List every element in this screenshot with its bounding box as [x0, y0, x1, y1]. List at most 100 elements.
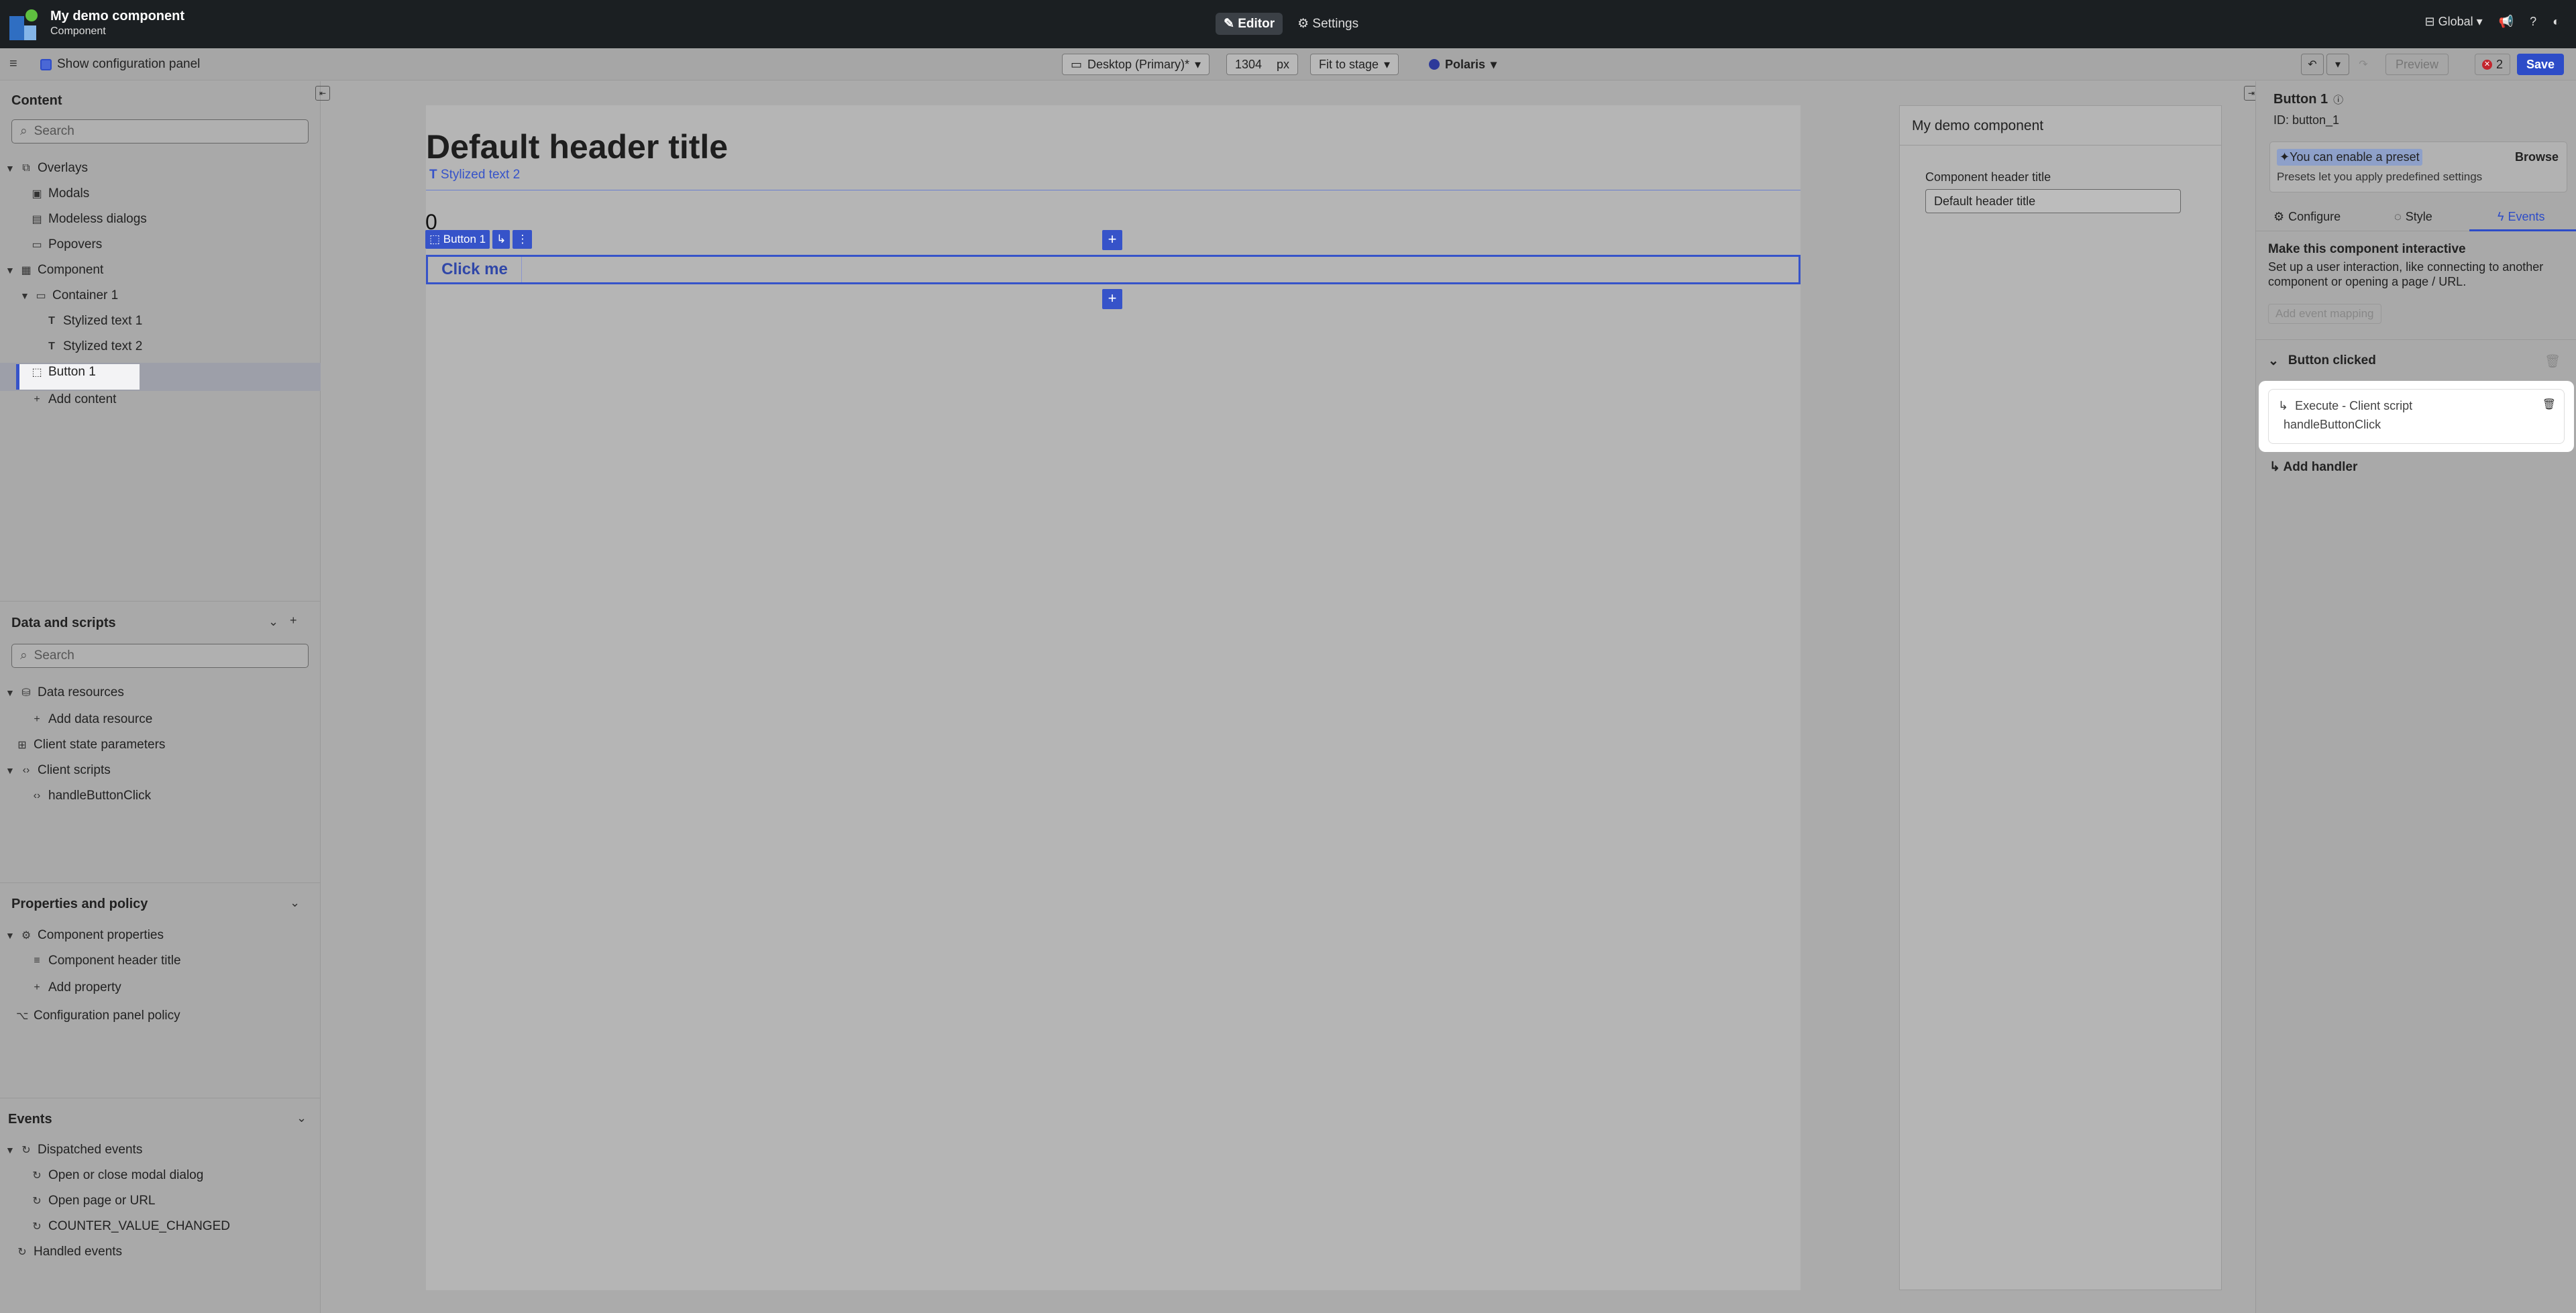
add-icon[interactable]: + [290, 614, 297, 628]
tab-events[interactable]: ϟ Events [2498, 210, 2545, 224]
tree-item-handle-button-click[interactable]: ‹› handleButtonClick [31, 789, 151, 803]
link-icon[interactable]: ↳ [492, 230, 511, 249]
add-data-resource-button[interactable]: + Add data resource [31, 712, 152, 727]
add-above-icon[interactable]: + [1102, 230, 1122, 250]
show-config-toggle[interactable]: Show configuration panel [40, 57, 200, 72]
tree-item-overlays[interactable]: ▼ ⧉ Overlays [5, 161, 88, 176]
tree-item-modeless-dialogs[interactable]: ▤ Modeless dialogs [31, 212, 146, 227]
tree-item-client-scripts[interactable]: ▼ ‹› Client scripts [5, 763, 111, 778]
return-arrow-icon: ↳ [2269, 460, 2280, 474]
stylized-text-tag[interactable]: T Stylized text 2 [429, 168, 520, 182]
tree-item-stylized-text-2[interactable]: T Stylized text 2 [46, 339, 142, 354]
collapse-left-panel-icon[interactable]: ⇤ [315, 86, 330, 101]
undo-menu-icon[interactable]: ▾ [2326, 54, 2349, 75]
text-icon: T [48, 315, 55, 327]
click-me-button[interactable]: Click me [428, 257, 522, 282]
add-event-mapping-button[interactable]: Add event mapping [2268, 304, 2381, 324]
divider [1900, 145, 2221, 146]
overlays-icon: ⧉ [22, 162, 30, 174]
device-select[interactable]: ▭ Desktop (Primary)* ▾ [1062, 54, 1210, 75]
tree-item-popovers[interactable]: ▭ Popovers [31, 237, 102, 252]
pencil-icon: ✎ [1224, 17, 1234, 31]
width-input[interactable]: 1304 px [1226, 54, 1299, 75]
announcement-icon[interactable]: 📢 [2499, 15, 2514, 29]
top-right-actions: ⊟ Global ▾ 📢 ? ◐ [2425, 15, 2561, 29]
tab-configure[interactable]: ⚙ Configure [2273, 210, 2341, 224]
tree-item-component[interactable]: ▼ ▦ Component [5, 263, 103, 278]
gear-icon: ⚙ [2273, 210, 2285, 223]
add-handler-button[interactable]: ↳ Add handler [2269, 459, 2357, 475]
divider [0, 601, 321, 602]
add-property-button[interactable]: + Add property [31, 980, 121, 995]
tree-item-open-page[interactable]: ↻ Open page or URL [31, 1194, 155, 1208]
tree-item-modals[interactable]: ▣ Modals [31, 186, 89, 201]
gear-icon: ⚙ [21, 930, 32, 941]
preset-banner: ✦You can enable a preset Browse Presets … [2269, 141, 2567, 192]
info-icon[interactable]: ⓘ [2333, 93, 2343, 107]
preview-button[interactable]: Preview [2385, 54, 2449, 75]
tree-item-config-policy[interactable]: ⌥ Configuration panel policy [16, 1009, 180, 1023]
trash-icon[interactable]: 🗑 [2544, 353, 2561, 369]
checkbox[interactable] [40, 58, 52, 70]
theme-select[interactable]: Polaris ▾ [1421, 54, 1505, 75]
button-icon: ⬚ [429, 233, 441, 245]
chevron-down-icon[interactable]: ⌄ [268, 615, 278, 629]
event-icon: ↻ [17, 1247, 27, 1258]
help-icon[interactable]: ? [2530, 15, 2536, 29]
content-search-input[interactable]: ⌕ Search [11, 119, 309, 144]
event-icon: ↻ [32, 1221, 42, 1233]
errors-button[interactable]: ✕ 2 [2474, 54, 2510, 75]
tab-style[interactable]: ◌ Style [2394, 210, 2432, 224]
field-icon: ≡ [34, 955, 40, 966]
data-scripts-title: Data and scripts [11, 616, 116, 630]
config-panel-title: My demo component [1912, 118, 2044, 133]
tree-item-header-title-prop[interactable]: ≡ Component header title [31, 954, 180, 968]
selected-component-tag[interactable]: ⬚ Button 1 [425, 230, 490, 249]
more-icon[interactable]: ⋮ [513, 230, 533, 249]
tab-settings[interactable]: ⚙ Settings [1289, 13, 1366, 35]
data-search-input[interactable]: ⌕ Search [11, 644, 309, 668]
tree-item-handled-events[interactable]: ↻ Handled events [16, 1245, 122, 1259]
tree-item-counter-changed[interactable]: ↻ COUNTER_VALUE_CHANGED [31, 1219, 230, 1234]
tree-item-stylized-text-1[interactable]: T Stylized text 1 [46, 314, 142, 329]
save-button[interactable]: Save [2516, 54, 2564, 75]
browse-presets-button[interactable]: Browse [2515, 150, 2559, 164]
theme-icon [1429, 59, 1440, 70]
scope-selector[interactable]: ⊟ Global ▾ [2425, 15, 2483, 29]
mode-tabs: ✎ Editor ⚙ Settings [1216, 13, 1366, 35]
event-icon: ↻ [21, 1145, 31, 1156]
tree-item-open-close-modal[interactable]: ↻ Open or close modal dialog [31, 1168, 203, 1183]
chevron-down-icon[interactable]: ⌄ [297, 1111, 307, 1125]
tree-item-client-state[interactable]: ⊞ Client state parameters [16, 738, 165, 752]
stage-header-title[interactable]: Default header title [426, 127, 728, 166]
tree-item-data-resources[interactable]: ▼ ⛁ Data resources [5, 685, 124, 700]
tree-item-dispatched-events[interactable]: ▼ ↻ Dispatched events [5, 1143, 142, 1157]
contrast-icon[interactable]: ◐ [2553, 15, 2560, 29]
undo-icon[interactable]: ↶ [2301, 54, 2324, 75]
selection-toolbar: ⬚ Button 1 ↳ ⋮ [425, 230, 533, 249]
tab-editor[interactable]: ✎ Editor [1216, 13, 1283, 35]
tree-item-component-properties[interactable]: ▼ ⚙ Component properties [5, 928, 164, 943]
redo-icon[interactable]: ↷ [2352, 54, 2375, 75]
left-panel: Content ⌕ Search ▼ ⧉ Overlays ▣ Modals ▤ Mode… [0, 81, 321, 1313]
policy-icon: ⌥ [16, 1011, 29, 1022]
plus-icon: + [34, 982, 40, 993]
event-icon: ↻ [32, 1170, 42, 1182]
toolbar: ≡ Show configuration panel ▭ Desktop (Pri… [0, 48, 2576, 80]
event-button-clicked[interactable]: ⌄ Button clicked 🗑 [2268, 353, 2563, 369]
fit-select[interactable]: Fit to stage ▾ [1310, 54, 1399, 75]
preset-icon: ✦ [2279, 150, 2290, 164]
handler-item[interactable]: ↳ Execute - Client script handleButtonCl… [2268, 389, 2565, 444]
menu-icon[interactable]: ≡ [9, 56, 17, 72]
tree-item-container-1[interactable]: ▼ ▭ Container 1 [20, 288, 118, 303]
add-below-icon[interactable]: + [1102, 289, 1122, 309]
tree-item-button-1[interactable]: ⬚ Button 1 [31, 365, 95, 380]
plus-icon: + [34, 713, 40, 725]
header-title-input[interactable]: Default header title [1925, 189, 2181, 213]
chevron-down-icon[interactable]: ⌄ [2268, 353, 2279, 369]
add-content-button[interactable]: + Add content [31, 392, 116, 407]
chevron-down-icon[interactable]: ⌄ [290, 896, 300, 910]
dialog-icon: ▤ [32, 214, 42, 225]
header-title-label: Component header title [1925, 170, 2051, 184]
trash-icon[interactable]: 🗑 [2542, 398, 2556, 411]
